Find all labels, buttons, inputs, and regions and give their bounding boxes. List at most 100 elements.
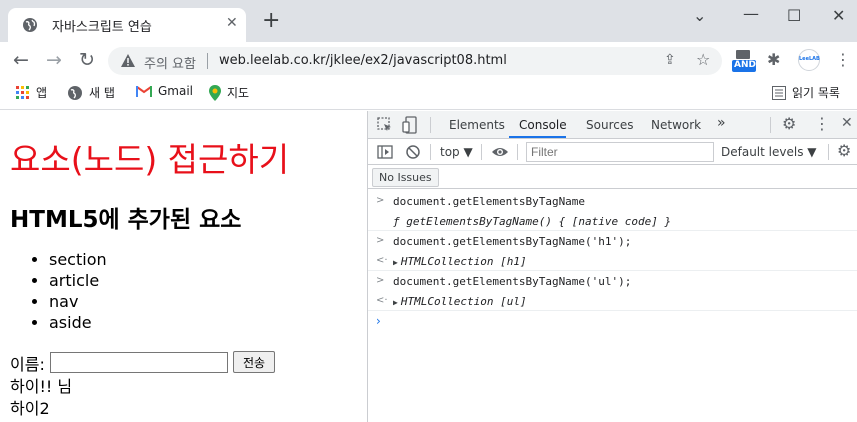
inspect-element-icon[interactable]: [376, 116, 394, 134]
page-subheading: HTML5에 추가된 요소: [10, 207, 242, 233]
list-item: nav: [49, 291, 107, 312]
warning-icon: [121, 54, 135, 67]
console-text: HTMLCollection [h1]: [400, 255, 527, 268]
toolbar-divider: [828, 144, 829, 160]
toolbar-divider: [430, 117, 431, 133]
expand-caret-icon[interactable]: ▶: [393, 298, 398, 307]
bookmark-label: 앱: [36, 86, 48, 100]
settings-gear-icon[interactable]: ⚙: [782, 114, 796, 133]
issues-bar: No Issues: [368, 166, 857, 189]
console-result-object[interactable]: ▶ HTMLCollection [h1]: [393, 255, 527, 268]
console-text: document.getElementsByTagName('h1');: [393, 235, 632, 248]
input-chevron-icon: >: [376, 235, 385, 246]
console-text: document.getElementsByTagName('ul');: [393, 275, 632, 288]
context-label: top: [440, 145, 460, 159]
bookmarks-bar: 앱 새 탭 Gmail 지도 읽기 목록: [0, 78, 857, 110]
list-item: section: [49, 249, 107, 270]
result-arrow-icon: <·: [376, 295, 388, 306]
omnibox-divider: [207, 53, 208, 69]
extension-badge: AND: [734, 60, 756, 70]
tab-elements[interactable]: Elements: [449, 118, 505, 132]
extension-and-icon[interactable]: AND: [732, 48, 756, 72]
browser-tab[interactable]: 자바스크립트 연습 ✕: [8, 8, 246, 42]
url-text[interactable]: web.leelab.co.kr/jklee/ex2/javascript08.…: [219, 53, 507, 68]
no-issues-button[interactable]: No Issues: [372, 168, 439, 187]
output-line-1: 하이!! 님: [10, 377, 73, 396]
bookmark-new-tab[interactable]: 새 탭: [67, 84, 115, 101]
new-tab-button[interactable]: +: [262, 10, 280, 32]
globe-icon: [23, 18, 37, 32]
console-text[interactable]: ƒ getElementsByTagName() { [native code]…: [393, 215, 671, 228]
bookmark-star-icon[interactable]: ☆: [696, 50, 710, 69]
back-icon[interactable]: ←: [10, 49, 32, 71]
log-levels-dropdown[interactable]: Default levels ▼: [721, 145, 817, 159]
map-pin-icon: [209, 84, 221, 101]
bookmark-gmail[interactable]: Gmail: [136, 84, 193, 98]
tab-close-icon[interactable]: ✕: [226, 15, 238, 31]
console-prompt[interactable]: ›: [368, 311, 857, 333]
close-devtools-icon[interactable]: ✕: [841, 115, 853, 131]
sidebar-toggle-icon[interactable]: [376, 143, 394, 161]
active-tab-indicator: [509, 136, 566, 138]
minimize-button[interactable]: —: [743, 4, 759, 23]
bookmark-label: Gmail: [158, 84, 194, 98]
result-arrow-icon: <·: [376, 255, 388, 266]
maximize-button[interactable]: ☐: [787, 6, 801, 25]
security-label[interactable]: 주의 요함: [144, 53, 196, 72]
tab-title: 자바스크립트 연습: [52, 20, 152, 35]
console-input-line: > document.getElementsByTagName: [368, 191, 857, 211]
clear-console-icon[interactable]: [404, 143, 422, 161]
address-bar[interactable]: 주의 요함 web.leelab.co.kr/jklee/ex2/javascr…: [108, 47, 722, 75]
devtools-menu-icon[interactable]: ⋮: [814, 114, 830, 133]
browser-title-bar: 자바스크립트 연습 ✕ + ⌄ — ☐ ✕: [0, 0, 857, 42]
bookmark-apps[interactable]: 앱: [16, 84, 47, 101]
tab-sources[interactable]: Sources: [586, 118, 633, 132]
reading-list-icon: [772, 85, 786, 100]
tab-network[interactable]: Network: [651, 118, 701, 132]
console-input-line: > document.getElementsByTagName('ul');: [368, 271, 857, 291]
reload-icon[interactable]: ↻: [76, 49, 98, 71]
bookmark-label: 새 탭: [89, 86, 115, 100]
toolbar-divider: [481, 144, 482, 160]
console-output: > document.getElementsByTagName ƒ getEle…: [368, 191, 857, 333]
live-expression-eye-icon[interactable]: [491, 143, 509, 161]
page-viewport: 요소(노드) 접근하기 HTML5에 추가된 요소 section articl…: [0, 111, 367, 422]
profile-label: LeeLAB: [799, 56, 820, 62]
console-settings-gear-icon[interactable]: ⚙: [837, 141, 851, 160]
globe-icon: [68, 85, 82, 100]
console-result-object[interactable]: ▶ HTMLCollection [ul]: [393, 295, 527, 308]
name-input[interactable]: [50, 352, 228, 373]
apps-grid-icon: [16, 85, 29, 99]
bookmark-maps[interactable]: 지도: [209, 84, 249, 101]
extensions-puzzle-icon[interactable]: ✱: [767, 50, 780, 69]
console-filter-input[interactable]: [526, 142, 714, 162]
page-heading: 요소(노드) 접근하기: [10, 140, 290, 179]
console-result-line: <· ▶ HTMLCollection [h1]: [368, 251, 857, 271]
more-tabs-icon[interactable]: »: [717, 115, 726, 131]
submit-button[interactable]: 전송: [233, 351, 275, 373]
toolbar-divider: [430, 144, 431, 160]
element-list: section article nav aside: [10, 249, 107, 333]
list-item: aside: [49, 312, 107, 333]
reading-list-label: 읽기 목록: [792, 86, 840, 100]
context-selector[interactable]: top ▼: [440, 145, 473, 159]
profile-avatar[interactable]: LeeLAB: [798, 49, 820, 71]
name-form: 이름: 전송: [10, 351, 275, 375]
console-text: HTMLCollection [ul]: [400, 295, 527, 308]
prompt-chevron-icon: ›: [376, 314, 381, 328]
console-input-line: > document.getElementsByTagName('h1');: [368, 231, 857, 251]
share-icon[interactable]: ⇪: [664, 52, 676, 68]
reading-list-button[interactable]: 읽기 목록: [772, 84, 840, 101]
tab-console[interactable]: Console: [519, 118, 567, 132]
devtools-tabbar: Elements Console Sources Network » ⚙ ⋮ ✕: [368, 111, 857, 139]
expand-caret-icon[interactable]: ▶: [393, 258, 398, 267]
bookmark-label: 지도: [227, 86, 250, 100]
tab-search-icon[interactable]: ⌄: [693, 6, 706, 25]
gmail-icon: [136, 86, 152, 97]
forward-icon[interactable]: →: [43, 49, 65, 71]
menu-kebab-icon[interactable]: ⋮: [835, 50, 851, 69]
toolbar-divider: [770, 117, 771, 133]
toolbar-divider: [517, 144, 518, 160]
device-toolbar-icon[interactable]: [402, 116, 420, 134]
close-window-button[interactable]: ✕: [832, 6, 845, 25]
